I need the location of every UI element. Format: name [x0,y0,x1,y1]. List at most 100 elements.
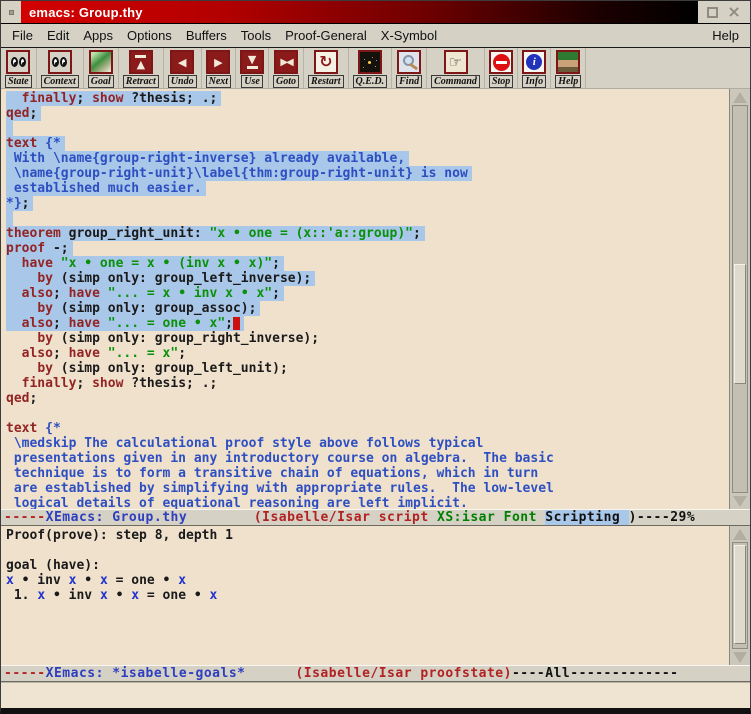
code-line [6,406,729,421]
toolbar-button-state[interactable]: State [1,48,37,88]
toolbar-button-qed[interactable]: Q.E.D. [349,48,393,88]
code-line: finally; show ?thesis; .; [6,376,729,391]
goal-picture-icon [89,50,113,74]
toolbar-button-goal[interactable]: Goal [84,48,119,88]
menu-buffers[interactable]: Buffers [179,28,234,43]
toolbar-button-help[interactable]: Help [551,48,586,88]
toolbar-label: State [5,75,32,88]
toolbar-label: Q.E.D. [353,75,388,88]
goals-scrollbar [729,526,750,665]
code-line: have "x • one = x • (inv x • x)"; [6,256,729,271]
toolbar-label: Info [522,75,546,88]
code-line: x • inv x • x = one • x [6,573,729,588]
goals-scrollbar-trough[interactable] [732,542,748,649]
menu-apps[interactable]: Apps [76,28,120,43]
toolbar-label: Find [396,75,422,88]
toolbar-label: Retract [123,75,159,88]
stop-icon [489,50,513,74]
code-line: goal (have): [6,558,729,573]
toolbar-button-stop[interactable]: Stop [485,48,518,88]
window-menu-icon [9,10,14,15]
modeline-segment [495,510,503,525]
code-line [6,543,729,558]
code-line: text {* [6,421,729,436]
toolbar-button-restart[interactable]: ↻Restart [304,48,348,88]
toolbar-button-find[interactable]: Find [392,48,427,88]
titlebar-drag-area[interactable]: emacs: Group.thy [21,1,698,23]
menu-proof-general[interactable]: Proof-General [278,28,374,43]
toolbar-button-retract[interactable]: ▲Retract [119,48,164,88]
toolbar-label: Command [431,75,480,88]
modeline-segment: ----- [4,666,46,681]
script-buffer[interactable]: finally; show ?thesis; .;qed;text {* Wit… [1,89,729,509]
modeline-segment: )----29% [629,510,696,525]
modeline-segment: XEmacs: Group.thy [46,510,188,525]
toolbar-label: Goal [88,75,114,88]
code-line: 1. x • inv x • x = one • x [6,588,729,603]
menubar: FileEditAppsOptionsBuffersToolsProof-Gen… [1,24,750,48]
scroll-down-icon[interactable] [730,493,750,509]
code-line: proof -; [6,241,729,256]
modeline-script[interactable]: -----XEmacs: Group.thy (Isabelle/Isar sc… [1,509,750,526]
goto-icon: ▶◀ [274,50,298,74]
modeline-segment [187,510,254,525]
menu-tools[interactable]: Tools [234,28,278,43]
window-menu-button[interactable] [1,1,21,23]
modeline-goals[interactable]: -----XEmacs: *isabelle-goals* (Isabelle/… [1,665,750,682]
toolbar-button-info[interactable]: iInfo [518,48,551,88]
retract-icon: ▲ [129,50,153,74]
toolbar-button-use[interactable]: ▼Use [236,48,269,88]
scroll-down-icon[interactable] [730,649,750,665]
use-icon: ▼ [240,50,264,74]
text-cursor [233,317,240,330]
code-line: by (simp only: group_assoc); [6,301,729,316]
toolbar-label: Restart [308,75,343,88]
help-icon [556,50,580,74]
scroll-up-icon[interactable] [730,89,750,105]
script-scrollbar-trough[interactable] [732,105,748,493]
eyes-icon [6,50,30,74]
close-icon[interactable]: × [727,5,740,19]
maximize-icon[interactable] [707,7,718,18]
code-line: technique is to form a transitive chain … [6,466,729,481]
toolbar-label: Goto [273,75,299,88]
script-scrollbar-thumb[interactable] [734,264,746,384]
toolbar-button-undo[interactable]: ◀Undo [164,48,202,88]
restart-icon: ↻ [314,50,338,74]
menu-options[interactable]: Options [120,28,179,43]
code-line: finally; show ?thesis; .; [6,91,729,106]
goals-buffer[interactable]: Proof(prove): step 8, depth 1 goal (have)… [1,526,729,665]
code-line: Proof(prove): step 8, depth 1 [6,528,729,543]
toolbar: StateContextGoal▲Retract◀Undo▶Next▼Use▶◀… [1,48,750,89]
code-line: established much easier. [6,181,729,196]
modeline-segment: (Isabelle/Isar script [254,510,437,525]
modeline-segment: (Isabelle/Isar proofstate) [295,666,512,681]
code-line: With \name{group-right-inverse} already … [6,151,729,166]
menu-help[interactable]: Help [705,28,746,43]
toolbar-label: Next [206,75,231,88]
goals-scrollbar-thumb[interactable] [734,545,746,644]
toolbar-button-command[interactable]: ☞Command [427,48,485,88]
code-line [6,121,729,136]
toolbar-label: Use [241,75,263,88]
goals-window: Proof(prove): step 8, depth 1 goal (have)… [1,526,750,665]
scroll-up-icon[interactable] [730,526,750,542]
code-line: also; have "... = one • x"; [6,316,729,331]
modeline-segment: XEmacs: *isabelle-goals* [46,666,246,681]
code-line: text {* [6,136,729,151]
window-controls: × [698,1,750,23]
find-icon [397,50,421,74]
next-icon: ▶ [206,50,230,74]
modeline-segment: Font [504,510,537,525]
toolbar-button-goto[interactable]: ▶◀Goto [269,48,304,88]
info-icon: i [522,50,546,74]
menu-file[interactable]: File [5,28,40,43]
echo-area[interactable] [1,682,750,708]
toolbar-button-context[interactable]: Context [37,48,84,88]
code-line: by (simp only: group_left_inverse); [6,271,729,286]
menu-edit[interactable]: Edit [40,28,76,43]
code-line: qed; [6,391,729,406]
toolbar-button-next[interactable]: ▶Next [202,48,236,88]
menu-x-symbol[interactable]: X-Symbol [374,28,444,43]
code-line: also; have "... = x • inv x • x"; [6,286,729,301]
